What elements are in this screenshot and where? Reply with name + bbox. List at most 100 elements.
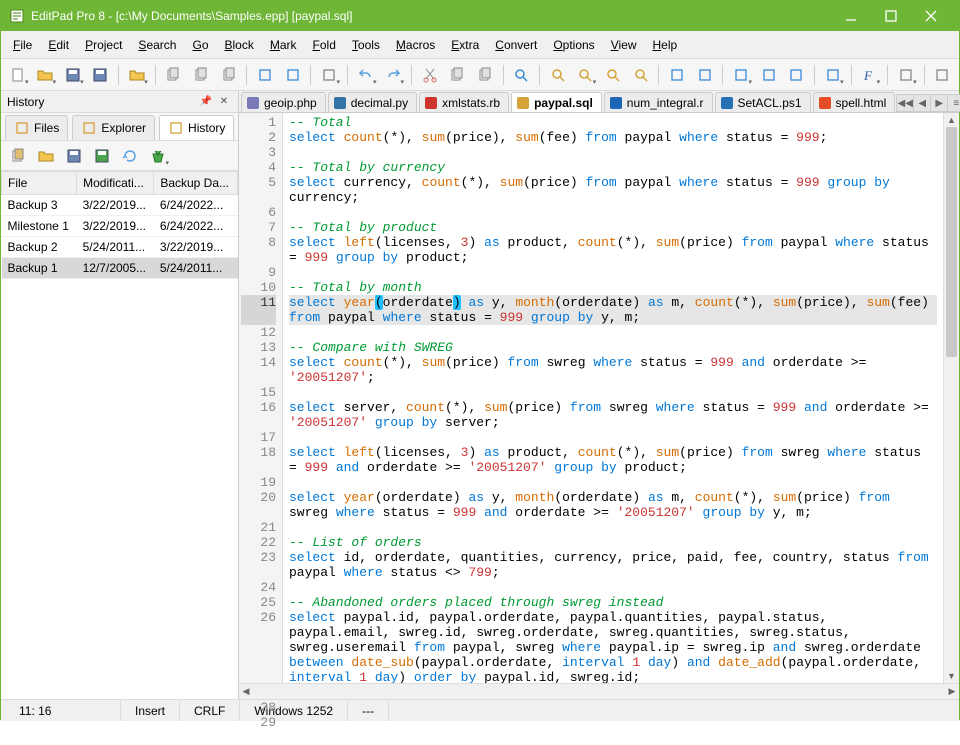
code-line[interactable]	[289, 580, 937, 595]
status-position[interactable]: 11: 16	[1, 700, 121, 721]
find-button[interactable]	[509, 62, 535, 88]
menu-tools[interactable]: Tools	[344, 34, 388, 56]
history-save-button[interactable]	[61, 143, 87, 169]
code-line[interactable]: = 999 and orderdate >= '20051207' group …	[289, 460, 937, 475]
word-wrap-button[interactable]: ▾	[820, 62, 846, 88]
code-line[interactable]: -- Total	[289, 115, 937, 130]
code-line[interactable]: select count(*), sum(price), sum(fee) fr…	[289, 130, 937, 145]
code-line[interactable]: swreg where status = 999 and orderdate >…	[289, 505, 937, 520]
gutter-line[interactable]: 25	[241, 595, 276, 610]
sort-button[interactable]	[756, 62, 782, 88]
code-line[interactable]	[289, 520, 937, 535]
gutter-line[interactable]: 21	[241, 520, 276, 535]
history-row[interactable]: Backup 25/24/2011...3/22/2019...	[2, 237, 238, 258]
menu-convert[interactable]: Convert	[487, 34, 545, 56]
code-line[interactable]: currency;	[289, 190, 937, 205]
gutter-line[interactable]: 11	[241, 295, 276, 310]
gutter-line[interactable]	[241, 460, 276, 475]
file-tab-xmlstats-rb[interactable]: xmlstats.rb	[419, 92, 509, 112]
menu-macros[interactable]: Macros	[388, 34, 443, 56]
menu-view[interactable]: View	[603, 34, 645, 56]
gutter-line[interactable]	[241, 625, 276, 640]
gutter-line[interactable]	[241, 655, 276, 670]
history-col-2[interactable]: Backup Da...	[154, 172, 238, 195]
code-line[interactable]: select left(licenses, 3) as product, cou…	[289, 235, 937, 250]
gutter-line[interactable]: 20	[241, 490, 276, 505]
status-insert-mode[interactable]: Insert	[121, 700, 180, 721]
gutter-line[interactable]	[241, 640, 276, 655]
gutter-line[interactable]: 2	[241, 130, 276, 145]
code-line[interactable]: select left(licenses, 3) as product, cou…	[289, 445, 937, 460]
history-table[interactable]: FileModificati...Backup Da...Backup 33/2…	[1, 171, 238, 699]
gutter-line[interactable]: 5	[241, 175, 276, 190]
select-line-button[interactable]	[692, 62, 718, 88]
paste-clip-button[interactable]	[472, 62, 498, 88]
open-file-button[interactable]: ▾	[33, 62, 59, 88]
tab-control-3[interactable]: ≡	[947, 94, 960, 112]
gutter-line[interactable]: 14	[241, 355, 276, 370]
options-button[interactable]: ▾	[893, 62, 919, 88]
panel-close-button[interactable]: ✕	[216, 94, 232, 110]
code-line[interactable]: between date_sub(paypal.orderdate, inter…	[289, 655, 937, 670]
code-line[interactable]	[289, 265, 937, 280]
code-line[interactable]	[289, 325, 937, 340]
code-line[interactable]	[289, 205, 937, 220]
gutter-line[interactable]: 8	[241, 235, 276, 250]
gutter-line[interactable]	[241, 505, 276, 520]
select-rect-button[interactable]	[664, 62, 690, 88]
code-line[interactable]: -- Total by product	[289, 220, 937, 235]
file-tab-num_integral-r[interactable]: num_integral.r	[604, 92, 713, 112]
tab-control-1[interactable]: ◀	[913, 94, 931, 112]
zoom-in-button[interactable]	[545, 62, 571, 88]
cut-button[interactable]	[417, 62, 443, 88]
menu-options[interactable]: Options	[545, 34, 602, 56]
file-tab-paypal-sql[interactable]: paypal.sql	[511, 92, 602, 112]
preferences-button[interactable]	[930, 62, 956, 88]
gutter-line[interactable]	[241, 310, 276, 325]
code-line[interactable]: select paypal.id, paypal.orderdate, payp…	[289, 610, 937, 625]
panel-tab-history[interactable]: History	[159, 115, 234, 140]
code-line[interactable]: select server, count(*), sum(price) from…	[289, 400, 937, 415]
menu-extra[interactable]: Extra	[443, 34, 487, 56]
menu-block[interactable]: Block	[217, 34, 262, 56]
code-line[interactable]: select currency, count(*), sum(price) fr…	[289, 175, 937, 190]
gutter-line[interactable]: 15	[241, 385, 276, 400]
toggle-fold-button[interactable]: ▾	[316, 62, 342, 88]
next-bookmark-button[interactable]	[280, 62, 306, 88]
horizontal-scrollbar[interactable]: ◀ ▶	[239, 683, 959, 699]
save-file-button[interactable]: ▾	[60, 62, 86, 88]
code-line[interactable]	[289, 385, 937, 400]
gutter-line[interactable]	[241, 730, 276, 745]
history-row[interactable]: Backup 112/7/2005...5/24/2011...	[2, 258, 238, 279]
history-copy-button[interactable]	[5, 143, 31, 169]
zoom-out-button[interactable]	[600, 62, 626, 88]
code-line[interactable]	[289, 430, 937, 445]
scroll-thumb[interactable]	[946, 127, 957, 357]
vertical-scrollbar[interactable]: ▲ ▼	[943, 113, 959, 683]
code-line[interactable]: '20051207' group by server;	[289, 415, 937, 430]
menu-project[interactable]: Project	[77, 34, 130, 56]
code-line[interactable]	[289, 475, 937, 490]
file-tab-spell-html[interactable]: spell.html	[813, 92, 896, 112]
code-line[interactable]: paypal.email, swreg.id, swreg.orderdate,…	[289, 625, 937, 640]
history-refresh-button[interactable]	[117, 143, 143, 169]
code-line[interactable]: -- List of orders	[289, 535, 937, 550]
gutter-line[interactable]: 6	[241, 205, 276, 220]
minimize-button[interactable]	[831, 1, 871, 31]
status-eol[interactable]: CRLF	[180, 700, 240, 721]
save-all-button[interactable]	[88, 62, 114, 88]
gutter-line[interactable]: 22	[241, 535, 276, 550]
file-tab-SetACL-ps1[interactable]: SetACL.ps1	[715, 92, 811, 112]
code-line[interactable]: -- Total by currency	[289, 160, 937, 175]
code-line[interactable]: = 999 group by product;	[289, 250, 937, 265]
history-delete-button[interactable]: ▾	[145, 143, 171, 169]
history-row[interactable]: Milestone 13/22/2019...6/24/2022...	[2, 216, 238, 237]
gutter-line[interactable]	[241, 190, 276, 205]
history-row[interactable]: Backup 33/22/2019...6/24/2022...	[2, 195, 238, 216]
gutter-line[interactable]	[241, 565, 276, 580]
code-editor[interactable]: -- Totalselect count(*), sum(price), sum…	[283, 113, 943, 683]
code-line[interactable]: select id, orderdate, quantities, curren…	[289, 550, 937, 565]
gutter-line[interactable]: 16	[241, 400, 276, 415]
toggle-bookmark-button[interactable]	[252, 62, 278, 88]
zoom-fit-button[interactable]	[628, 62, 654, 88]
